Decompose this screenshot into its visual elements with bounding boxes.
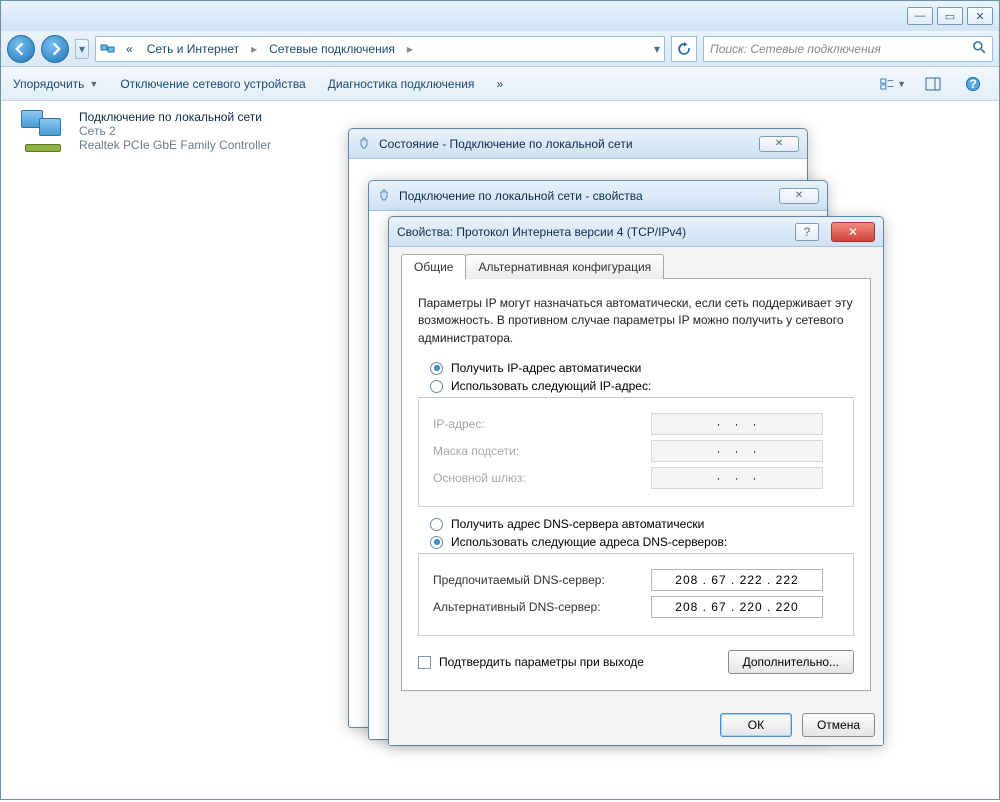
dns-preferred-input[interactable]: 208 . 67 . 222 . 222 [651, 569, 823, 591]
svg-text:?: ? [969, 77, 976, 91]
ip-address-label: IP-адрес: [433, 417, 643, 431]
status-dialog-title: Состояние - Подключение по локальной сет… [379, 137, 633, 151]
ip-address-input: · · · [651, 413, 823, 435]
chevron-right-icon: ▸ [405, 42, 415, 56]
ipv4-footer: ОК Отмена [389, 703, 883, 745]
chevron-right-icon: ▸ [249, 42, 259, 56]
command-bar: Упорядочить▼ Отключение сетевого устройс… [1, 67, 999, 101]
nav-back-button[interactable] [7, 35, 35, 63]
radio-dns-auto-label: Получить адрес DNS-сервера автоматически [451, 517, 704, 531]
close-button[interactable]: ✕ [967, 7, 993, 25]
address-bar[interactable]: « Сеть и Интернет ▸ Сетевые подключения … [95, 36, 665, 62]
plug-icon [377, 189, 391, 203]
tab-general[interactable]: Общие [401, 254, 466, 279]
nav-history-dropdown[interactable]: ▾ [75, 39, 89, 59]
minimize-button[interactable]: — [907, 7, 933, 25]
ip-fields-group: IP-адрес: · · · Маска подсети: · · · Осн… [418, 397, 854, 507]
toolbar-overflow[interactable]: » [496, 77, 503, 91]
dns-preferred-label: Предпочитаемый DNS-сервер: [433, 573, 643, 587]
radio-ip-manual[interactable] [430, 380, 443, 393]
ipv4-dialog-body: Общие Альтернативная конфигурация Параме… [389, 247, 883, 703]
gateway-label: Основной шлюз: [433, 471, 643, 485]
plug-icon [357, 137, 371, 151]
connection-network: Сеть 2 [79, 124, 271, 138]
address-bar-row: ▾ « Сеть и Интернет ▸ Сетевые подключени… [1, 31, 999, 67]
view-options-button[interactable]: ▼ [879, 73, 907, 95]
tab-strip: Общие Альтернативная конфигурация [401, 254, 871, 279]
maximize-button[interactable]: ▭ [937, 7, 963, 25]
tab-general-pane: Параметры IP могут назначаться автоматич… [401, 278, 871, 691]
radio-dns-auto[interactable] [430, 518, 443, 531]
window-titlebar: — ▭ ✕ [1, 1, 999, 31]
radio-ip-auto[interactable] [430, 362, 443, 375]
subnet-mask-label: Маска подсети: [433, 444, 643, 458]
radio-ip-auto-label: Получить IP-адрес автоматически [451, 361, 641, 375]
radio-dns-manual-label: Использовать следующие адреса DNS-сервер… [451, 535, 727, 549]
subnet-mask-input: · · · [651, 440, 823, 462]
ipv4-dialog-title: Свойства: Протокол Интернета версии 4 (T… [397, 225, 686, 239]
ipv4-dialog: Свойства: Протокол Интернета версии 4 (T… [388, 216, 884, 746]
radio-dns-manual[interactable] [430, 536, 443, 549]
validate-on-exit-label: Подтвердить параметры при выходе [439, 655, 644, 669]
breadcrumb-item-2[interactable]: Сетевые подключения [265, 40, 399, 58]
properties-dialog-titlebar[interactable]: Подключение по локальной сети - свойства… [369, 181, 827, 211]
cancel-button[interactable]: Отмена [802, 713, 875, 737]
dns-alternate-label: Альтернативный DNS-сервер: [433, 600, 643, 614]
dns-alternate-input[interactable]: 208 . 67 . 220 . 220 [651, 596, 823, 618]
connection-details: Подключение по локальной сети Сеть 2 Rea… [79, 110, 271, 152]
help-button[interactable]: ? [959, 73, 987, 95]
address-dropdown-icon[interactable]: ▾ [654, 42, 660, 56]
ok-button[interactable]: ОК [720, 713, 792, 737]
tab-alternate-config[interactable]: Альтернативная конфигурация [465, 254, 664, 279]
ipv4-dialog-titlebar[interactable]: Свойства: Протокол Интернета версии 4 (T… [389, 217, 883, 247]
search-icon [972, 40, 986, 57]
connection-name: Подключение по локальной сети [79, 110, 271, 124]
diagnose-button[interactable]: Диагностика подключения [328, 77, 475, 91]
disable-device-button[interactable]: Отключение сетевого устройства [120, 77, 305, 91]
properties-dialog-close[interactable]: ✕ [779, 188, 819, 204]
search-placeholder: Поиск: Сетевые подключения [710, 42, 881, 56]
preview-pane-button[interactable] [919, 73, 947, 95]
network-connection-icon [19, 110, 71, 152]
refresh-button[interactable] [671, 36, 697, 62]
connection-item[interactable]: Подключение по локальной сети Сеть 2 Rea… [19, 110, 339, 152]
dns-fields-group: Предпочитаемый DNS-сервер: 208 . 67 . 22… [418, 553, 854, 636]
status-dialog-close[interactable]: ✕ [759, 136, 799, 152]
breadcrumb-item-1[interactable]: Сеть и Интернет [143, 40, 243, 58]
advanced-button[interactable]: Дополнительно... [728, 650, 854, 674]
gateway-input: · · · [651, 467, 823, 489]
nav-forward-button[interactable] [41, 35, 69, 63]
search-input[interactable]: Поиск: Сетевые подключения [703, 36, 993, 62]
organize-menu[interactable]: Упорядочить▼ [13, 77, 98, 91]
validate-on-exit-checkbox[interactable] [418, 656, 431, 669]
properties-dialog-title: Подключение по локальной сети - свойства [399, 189, 643, 203]
location-icon [100, 41, 116, 57]
status-dialog-titlebar[interactable]: Состояние - Подключение по локальной сет… [349, 129, 807, 159]
breadcrumb-prefix[interactable]: « [122, 40, 137, 58]
info-text: Параметры IP могут назначаться автоматич… [418, 295, 854, 347]
connection-adapter: Realtek PCIe GbE Family Controller [79, 138, 271, 152]
ipv4-help-button[interactable]: ? [795, 223, 819, 241]
radio-ip-manual-label: Использовать следующий IP-адрес: [451, 379, 651, 393]
ipv4-close-button[interactable]: ✕ [831, 222, 875, 242]
